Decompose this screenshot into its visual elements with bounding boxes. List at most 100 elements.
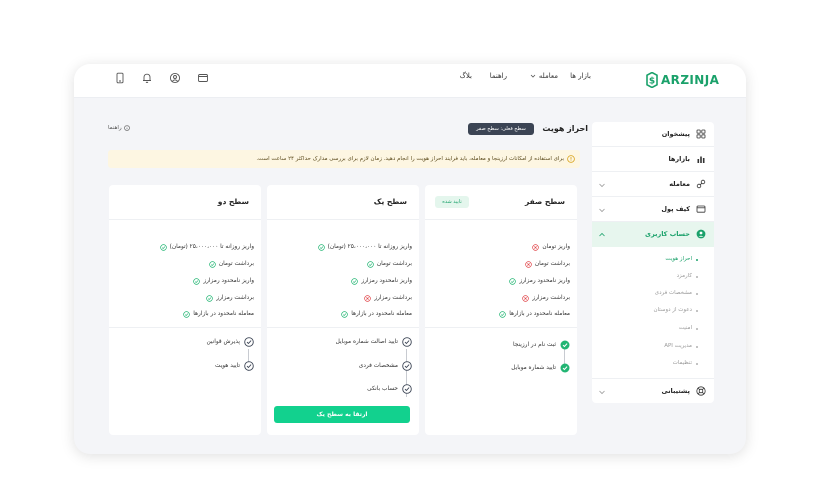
- card-divider: [425, 219, 577, 220]
- check-circle-icon: [183, 310, 190, 318]
- feature-item: برداشت رمزارز: [364, 293, 412, 303]
- card-title: سطح یک: [373, 197, 407, 206]
- brand-logo[interactable]: $ ARZINJA: [646, 70, 719, 90]
- brand-name: ARZINJA: [661, 73, 720, 87]
- step-item: ثبت نام در ارزینجا: [513, 339, 570, 351]
- feature-text: برداشت رمزارز: [374, 295, 412, 301]
- subitem-fee[interactable]: کارمزد: [677, 273, 699, 279]
- step-item: تایید هویت: [215, 360, 254, 372]
- page: $ ARZINJA بازار ها معامله راهنما بلاگ پی…: [0, 0, 816, 487]
- subitem-settings[interactable]: تنظیمات: [673, 360, 699, 366]
- check-filled-icon: [560, 340, 570, 350]
- subitem-invite[interactable]: دعوت از دوستان: [653, 307, 698, 313]
- step-item: تایید شماره موبایل: [511, 362, 570, 374]
- level-card-one: سطح یک واریز روزانه تا ۲۵،۰۰۰،۰۰۰ (تومان…: [267, 185, 419, 435]
- svg-text:$: $: [649, 76, 655, 86]
- check-circle-icon: [209, 260, 216, 268]
- chevron-down-icon: [599, 208, 605, 213]
- bell-icon[interactable]: [141, 72, 153, 84]
- mobile-download-icon[interactable]: [114, 72, 126, 84]
- sidebar-item-label: حساب کاربری: [645, 230, 690, 238]
- nav-trade-label: معامله: [538, 72, 558, 80]
- app-window: $ ARZINJA بازار ها معامله راهنما بلاگ پی…: [74, 64, 746, 454]
- user-circle-icon[interactable]: [169, 72, 181, 84]
- feature-item: برداشت تومان: [209, 259, 254, 269]
- feature-item: واریز تومان: [532, 242, 570, 252]
- card-title: سطح صفر: [524, 197, 565, 206]
- cross-circle-icon: [364, 294, 372, 302]
- card-title: سطح دو: [217, 197, 249, 206]
- subitem-kyc[interactable]: احراز هویت: [665, 256, 698, 262]
- sidebar-item-support[interactable]: پشتیبانی: [592, 378, 714, 403]
- nav-trade[interactable]: معامله: [530, 72, 558, 80]
- subitem-security[interactable]: امنیت: [679, 325, 699, 331]
- current-level-badge: سطح فعلی: سطح صفر: [468, 123, 534, 135]
- step-text: ثبت نام در ارزینجا: [512, 342, 556, 348]
- wallet-icon[interactable]: [197, 72, 209, 84]
- step-text: پذیرش قوانین: [206, 339, 240, 345]
- page-title: احراز هویت: [542, 124, 588, 133]
- cross-circle-icon: [522, 294, 530, 302]
- card-divider: [109, 219, 261, 220]
- feature-text: واریز روزانه تا ۲۵،۰۰۰،۰۰۰ (تومان): [169, 244, 254, 250]
- nav-markets[interactable]: بازار ها: [570, 72, 591, 80]
- check-circle-icon: [509, 277, 517, 285]
- feature-item: برداشت رمزارز: [206, 293, 254, 303]
- notice-text: برای استفاده از امکانات ارزینجا و معامله…: [256, 156, 564, 162]
- upgrade-level-one-button[interactable]: ارتقا به سطح یک: [274, 406, 410, 423]
- check-outline-icon: [402, 361, 412, 371]
- sidebar-item-label: معامله: [669, 180, 690, 188]
- feature-text: معامله نامحدود در بازارها: [193, 311, 254, 317]
- check-outline-icon: [244, 361, 254, 371]
- chevron-up-icon: [599, 232, 605, 237]
- check-outline-icon: [402, 337, 412, 347]
- chevron-down-icon: [599, 390, 605, 395]
- feature-text: برداشت تومان: [218, 261, 254, 267]
- exchange-icon: [696, 179, 706, 189]
- feature-item: معامله نامحدود در بازارها: [341, 309, 412, 319]
- feature-item: معامله نامحدود در بازارها: [499, 309, 570, 319]
- check-outline-icon: [244, 337, 254, 347]
- top-bar: $ ARZINJA بازار ها معامله راهنما بلاگ: [74, 64, 746, 98]
- step-text: تایید شماره موبایل: [511, 365, 556, 371]
- feature-item: واریز نامحدود رمزارز: [193, 276, 254, 286]
- sidebar-item-markets[interactable]: بازارها: [592, 147, 714, 172]
- step-item: حساب بانکی: [367, 383, 412, 395]
- sidebar: پیشخوان بازارها معامله کیف پول حساب کارب…: [592, 122, 714, 403]
- subitem-profile[interactable]: مشخصات فردی: [655, 290, 699, 296]
- check-filled-icon: [560, 363, 570, 373]
- step-text: تایید هویت: [215, 363, 240, 369]
- feature-item: برداشت تومان: [367, 259, 412, 269]
- chevron-down-icon: [530, 74, 536, 78]
- subitem-api[interactable]: مدیریت API: [664, 343, 698, 349]
- sidebar-item-account[interactable]: حساب کاربری: [592, 222, 714, 247]
- feature-text: برداشت تومان: [376, 261, 412, 267]
- feature-item: برداشت رمزارز: [522, 293, 570, 303]
- feature-text: برداشت رمزارز: [216, 295, 254, 301]
- card-divider: [267, 327, 419, 328]
- check-circle-icon: [341, 310, 348, 318]
- step-item: مشخصات فردی: [359, 360, 412, 372]
- step-text: حساب بانکی: [367, 386, 398, 392]
- chevron-down-icon: [599, 183, 605, 188]
- step-item: پذیرش قوانین: [206, 336, 254, 348]
- feature-item: واریز نامحدود رمزارز: [351, 276, 412, 286]
- grid-icon: [696, 129, 706, 139]
- step-text: تایید اصالت شماره موبایل: [335, 339, 398, 345]
- feature-item: برداشت تومان: [525, 259, 570, 269]
- sidebar-item-dashboard[interactable]: پیشخوان: [592, 122, 714, 147]
- level-card-two: سطح دو واریز روزانه تا ۲۵،۰۰۰،۰۰۰ (تومان…: [109, 185, 261, 435]
- nav-blog[interactable]: بلاگ: [460, 72, 472, 80]
- notice-banner: برای استفاده از امکانات ارزینجا و معامله…: [108, 150, 580, 168]
- feature-item: واریز نامحدود رمزارز: [509, 276, 570, 286]
- guide-link[interactable]: راهنما: [108, 125, 130, 131]
- support-icon: [696, 386, 706, 396]
- sidebar-item-label: پشتیبانی: [661, 387, 690, 395]
- nav-guide[interactable]: راهنما: [490, 72, 507, 80]
- check-circle-icon: [159, 243, 167, 251]
- feature-text: معامله نامحدود در بازارها: [351, 311, 412, 317]
- sidebar-item-trade[interactable]: معامله: [592, 172, 714, 197]
- feature-item: واریز روزانه تا ۲۵،۰۰۰،۰۰۰ (تومان): [317, 242, 412, 252]
- feature-text: واریز نامحدود رمزارز: [519, 278, 570, 284]
- sidebar-item-wallet[interactable]: کیف پول: [592, 197, 714, 222]
